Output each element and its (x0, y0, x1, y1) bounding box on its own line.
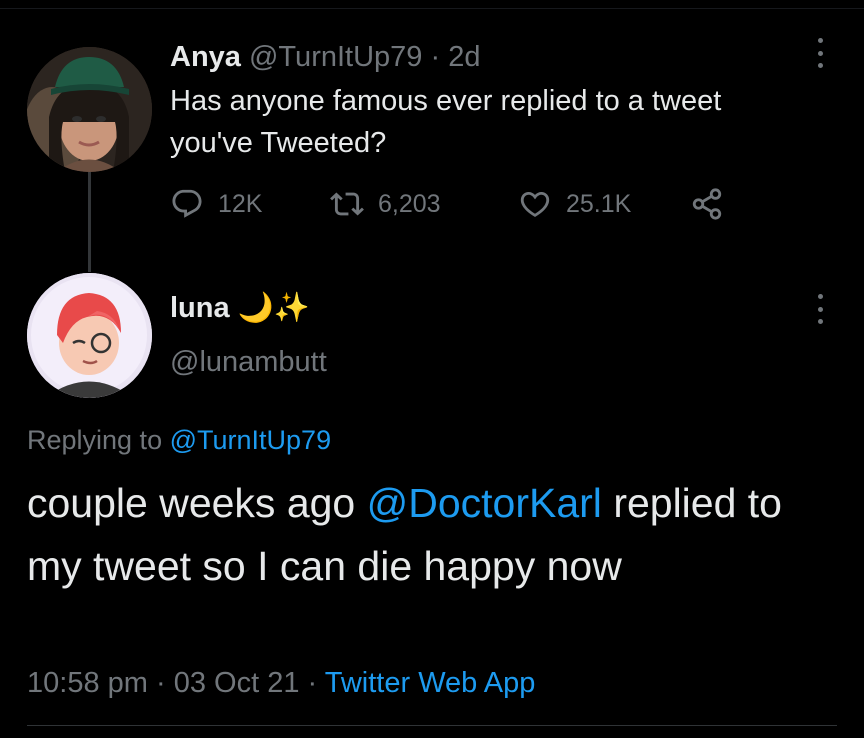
replying-to-line: Replying to @TurnItUp79 (27, 422, 331, 458)
reply-count: 12K (218, 189, 263, 218)
meta-separator-2: · (307, 667, 318, 699)
header-separator: · (430, 41, 441, 73)
main-avatar[interactable] (27, 273, 152, 398)
retweet-count: 6,203 (378, 189, 441, 218)
share-icon (692, 188, 722, 220)
tweet-source[interactable]: Twitter Web App (325, 667, 536, 699)
tweet-meta: 10:58 pm · 03 Oct 21 · Twitter Web App (27, 664, 535, 702)
share-button[interactable] (690, 186, 724, 222)
parent-handle[interactable]: @TurnItUp79 (249, 41, 422, 73)
main-name-text: luna (170, 292, 230, 324)
main-tweet-text: couple weeks ago @DoctorKarl replied to … (27, 472, 827, 598)
main-handle[interactable]: @lunambutt (170, 344, 327, 380)
thread-connector (88, 172, 91, 272)
parent-avatar[interactable] (27, 47, 152, 172)
tweet-time[interactable]: 10:58 pm (27, 667, 148, 699)
parent-more-icon[interactable] (810, 38, 830, 68)
retweet-icon (330, 192, 364, 216)
retweet-button[interactable]: 6,203 (330, 186, 441, 222)
parent-tweet-header: Anya @TurnItUp79 · 2d (170, 40, 480, 74)
replying-prefix: Replying to (27, 425, 163, 455)
tweet-date[interactable]: 03 Oct 21 (174, 667, 300, 699)
reply-button[interactable]: 12K (170, 186, 262, 222)
meta-separator: · (155, 667, 166, 699)
parent-tweet-age[interactable]: 2d (448, 41, 480, 73)
top-divider (0, 8, 864, 9)
like-count: 25.1K (566, 189, 632, 218)
parent-action-bar: 12K 6,203 25.1K (170, 186, 770, 222)
name-emoji: 🌙✨ (237, 292, 310, 324)
main-more-icon[interactable] (810, 294, 830, 324)
bottom-divider (27, 725, 837, 726)
mention-link[interactable]: @DoctorKarl (367, 480, 602, 526)
reply-icon (172, 189, 202, 218)
replying-to-link[interactable]: @TurnItUp79 (170, 425, 331, 455)
heart-icon (520, 191, 550, 217)
like-button[interactable]: 25.1K (518, 186, 631, 222)
main-text-part1: couple weeks ago (27, 480, 367, 526)
parent-display-name[interactable]: Anya (170, 41, 241, 73)
parent-tweet-text: Has anyone famous ever replied to a twee… (170, 85, 722, 159)
main-display-name[interactable]: luna 🌙✨ (170, 290, 310, 326)
